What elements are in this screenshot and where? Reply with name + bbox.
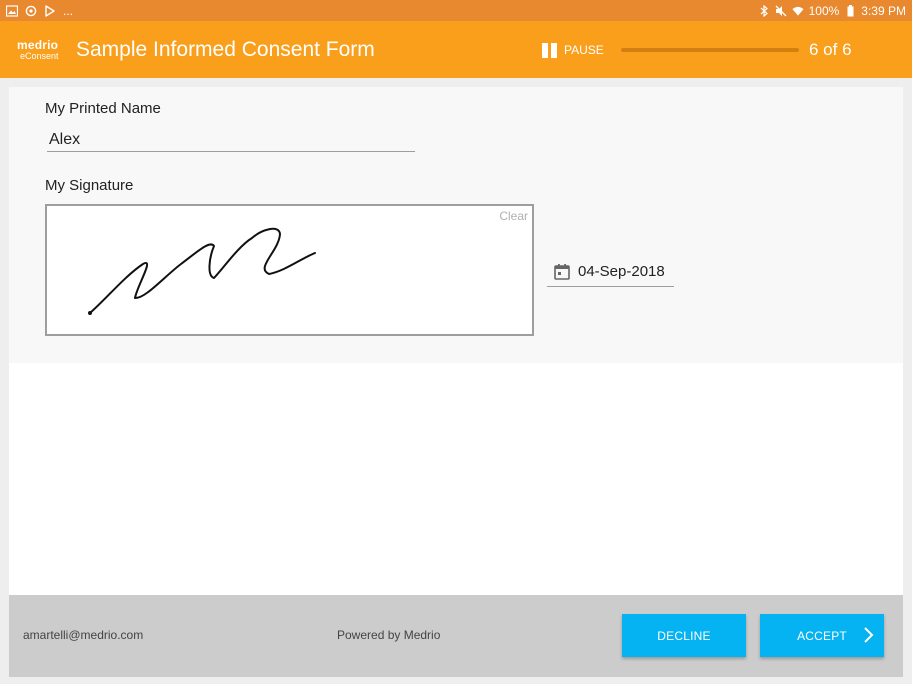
signature-pad[interactable]: Clear xyxy=(45,204,534,336)
status-overflow: ... xyxy=(63,3,74,18)
mute-icon xyxy=(775,5,787,17)
medrio-logo: medrio eConsent xyxy=(17,39,61,63)
logo-line2: eConsent xyxy=(20,51,59,61)
decline-label: DECLINE xyxy=(657,628,711,643)
printed-name-input[interactable] xyxy=(47,128,415,152)
status-time: 3:39 PM xyxy=(861,3,906,18)
user-email: amartelli@medrio.com xyxy=(23,628,144,642)
bluetooth-icon xyxy=(758,4,770,17)
signature-date-field[interactable]: 04-Sep-2018 xyxy=(547,257,674,287)
content-area: My Printed Name My Signature Clear 04-Se… xyxy=(9,87,903,595)
wifi-icon xyxy=(792,5,804,17)
progress-bar xyxy=(621,48,799,52)
logo-line1: medrio xyxy=(17,38,59,52)
pause-icon xyxy=(542,42,557,58)
progress-fill xyxy=(621,48,799,52)
clear-signature-button[interactable]: Clear xyxy=(499,209,528,223)
form-panel: My Printed Name My Signature Clear 04-Se… xyxy=(9,87,903,363)
footer: amartelli@medrio.com Powered by Medrio D… xyxy=(9,595,903,677)
powered-by-text: Powered by Medrio xyxy=(337,628,441,642)
calendar-icon xyxy=(553,263,571,281)
play-store-icon xyxy=(44,4,56,17)
battery-icon xyxy=(844,4,856,17)
signature-date: 04-Sep-2018 xyxy=(578,263,665,280)
battery-percent: 100% xyxy=(808,3,840,18)
printed-name-label: My Printed Name xyxy=(45,100,161,117)
signature-stroke xyxy=(88,227,316,315)
accept-label: ACCEPT xyxy=(797,628,847,643)
form-title: Sample Informed Consent Form xyxy=(76,38,375,61)
pause-label: PAUSE xyxy=(564,43,604,57)
status-bar: ... 100% 3:39 PM xyxy=(0,0,912,21)
app-bar: medrio eConsent Sample Informed Consent … xyxy=(0,21,912,78)
signature-label: My Signature xyxy=(45,177,134,194)
accept-button[interactable]: ACCEPT xyxy=(760,614,884,657)
page-counter: 6 of 6 xyxy=(809,40,852,59)
status-right: 100% 3:39 PM xyxy=(758,4,906,18)
sync-icon xyxy=(25,5,37,17)
status-left: ... xyxy=(6,4,73,18)
pause-button[interactable]: PAUSE xyxy=(542,41,604,59)
gallery-icon xyxy=(6,4,18,17)
chevron-right-icon xyxy=(863,626,875,644)
decline-button[interactable]: DECLINE xyxy=(622,614,746,657)
